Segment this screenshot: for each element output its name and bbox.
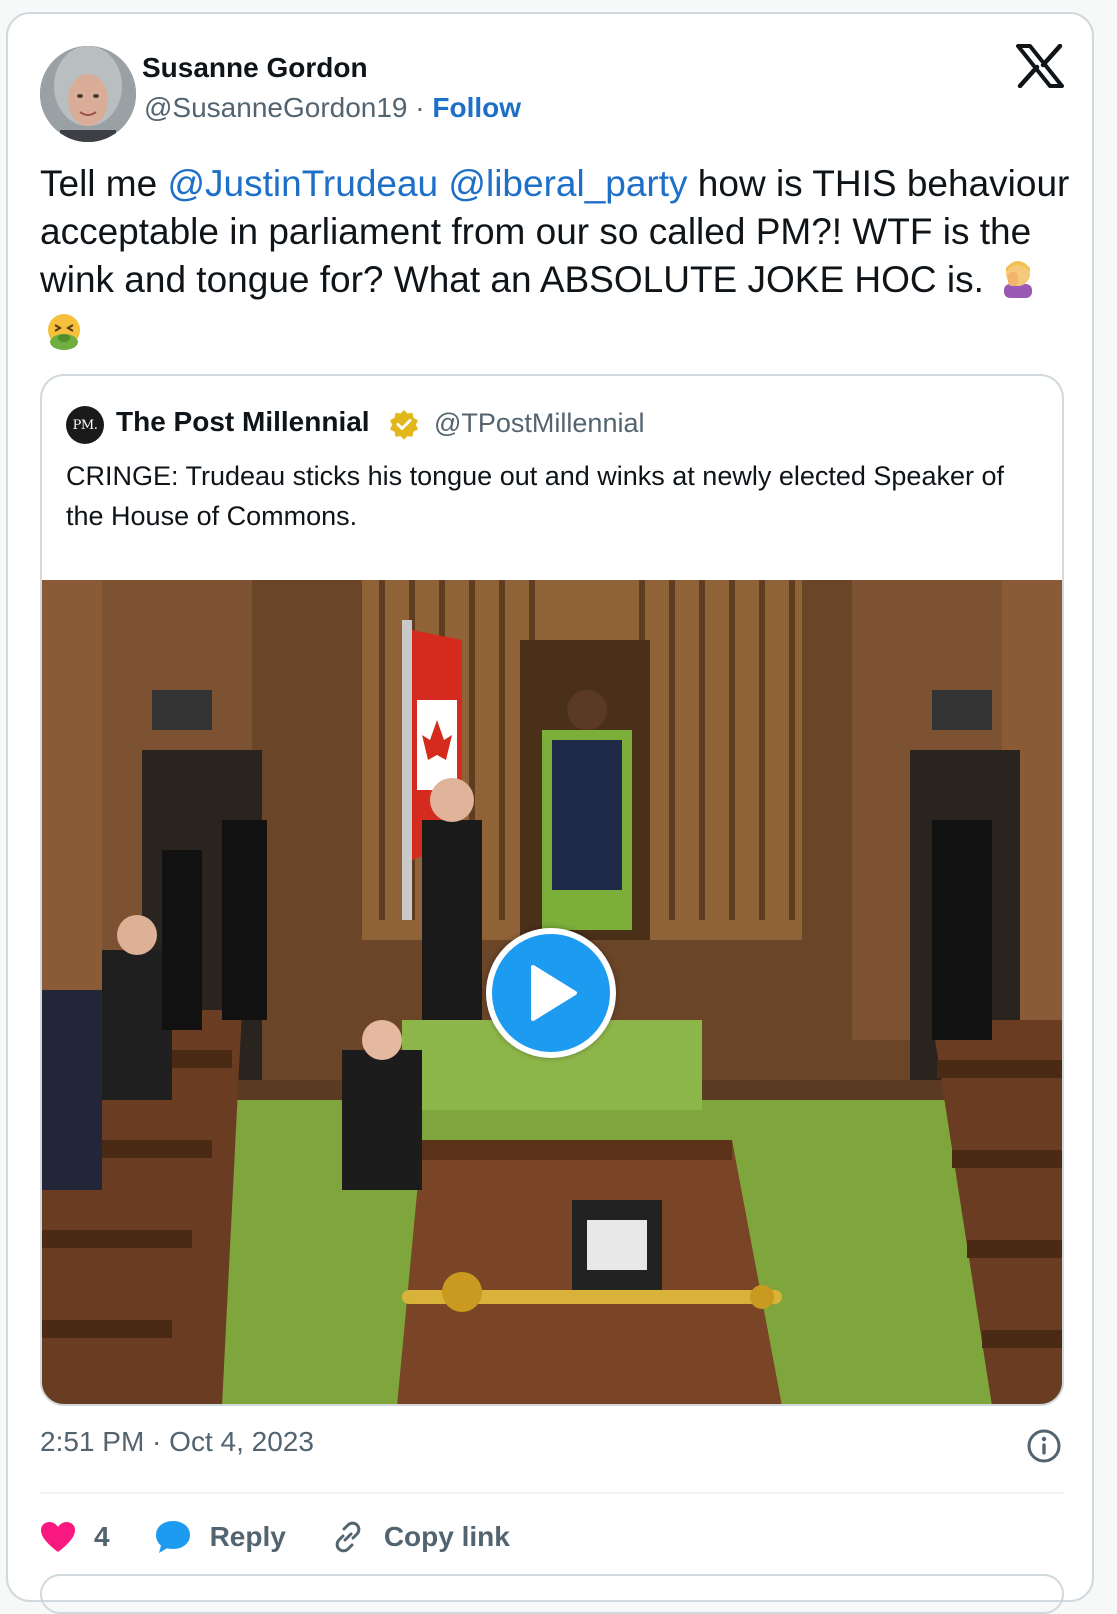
face-palm-emoji xyxy=(998,258,1038,310)
follow-button[interactable]: Follow xyxy=(432,92,521,123)
play-icon xyxy=(531,965,577,1021)
author-name[interactable]: Susanne Gordon xyxy=(142,52,368,84)
quoted-tweet[interactable]: PM. The Post Millennial @TPostMillennial… xyxy=(40,374,1064,1406)
author-meta: @SusanneGordon19 · Follow xyxy=(144,92,521,124)
link-icon xyxy=(335,1521,361,1553)
copy-link-label: Copy link xyxy=(383,1521,510,1552)
quoted-tweet-text: CRINGE: Trudeau sticks his tongue out an… xyxy=(66,461,1004,531)
like-button[interactable]: 4 xyxy=(40,1521,110,1553)
author-avatar[interactable] xyxy=(40,46,136,142)
tweet-card: Susanne Gordon @SusanneGordon19 · Follow… xyxy=(6,12,1094,1614)
reply-bubble-icon xyxy=(155,1521,190,1553)
divider xyxy=(40,1492,1064,1494)
tweet-text: Tell me @JustinTrudeau @liberal_party ho… xyxy=(40,160,1070,364)
play-button[interactable] xyxy=(486,928,616,1058)
mention-justintrudeau[interactable]: @JustinTrudeau xyxy=(167,163,438,204)
like-count: 4 xyxy=(94,1521,110,1552)
verified-badge-icon xyxy=(390,410,418,440)
x-logo-icon[interactable] xyxy=(1016,44,1064,88)
reply-label: Reply xyxy=(209,1521,286,1552)
read-replies-button[interactable] xyxy=(40,1574,1064,1614)
tweet-timestamp[interactable]: 2:51 PM · Oct 4, 2023 xyxy=(40,1426,314,1458)
copy-link-button[interactable]: Copy link xyxy=(330,1519,510,1555)
tweet-text-part1: Tell me xyxy=(40,163,168,204)
quoted-author-handle[interactable]: @TPostMillennial xyxy=(434,408,644,439)
meta-separator: · xyxy=(415,92,425,123)
action-bar: 4 Reply Copy link xyxy=(40,1512,554,1562)
info-icon[interactable] xyxy=(1026,1428,1062,1464)
video-thumbnail[interactable] xyxy=(42,580,1062,1404)
vomiting-face-emoji xyxy=(44,312,84,364)
reply-button[interactable]: Reply xyxy=(154,1519,286,1555)
tweet-text-space xyxy=(438,163,448,204)
mention-liberal-party[interactable]: @liberal_party xyxy=(448,163,687,204)
heart-icon xyxy=(41,1522,75,1552)
quoted-author-name[interactable]: The Post Millennial xyxy=(116,406,370,438)
quoted-avatar[interactable]: PM. xyxy=(66,406,104,444)
author-handle[interactable]: @SusanneGordon19 xyxy=(144,92,408,123)
